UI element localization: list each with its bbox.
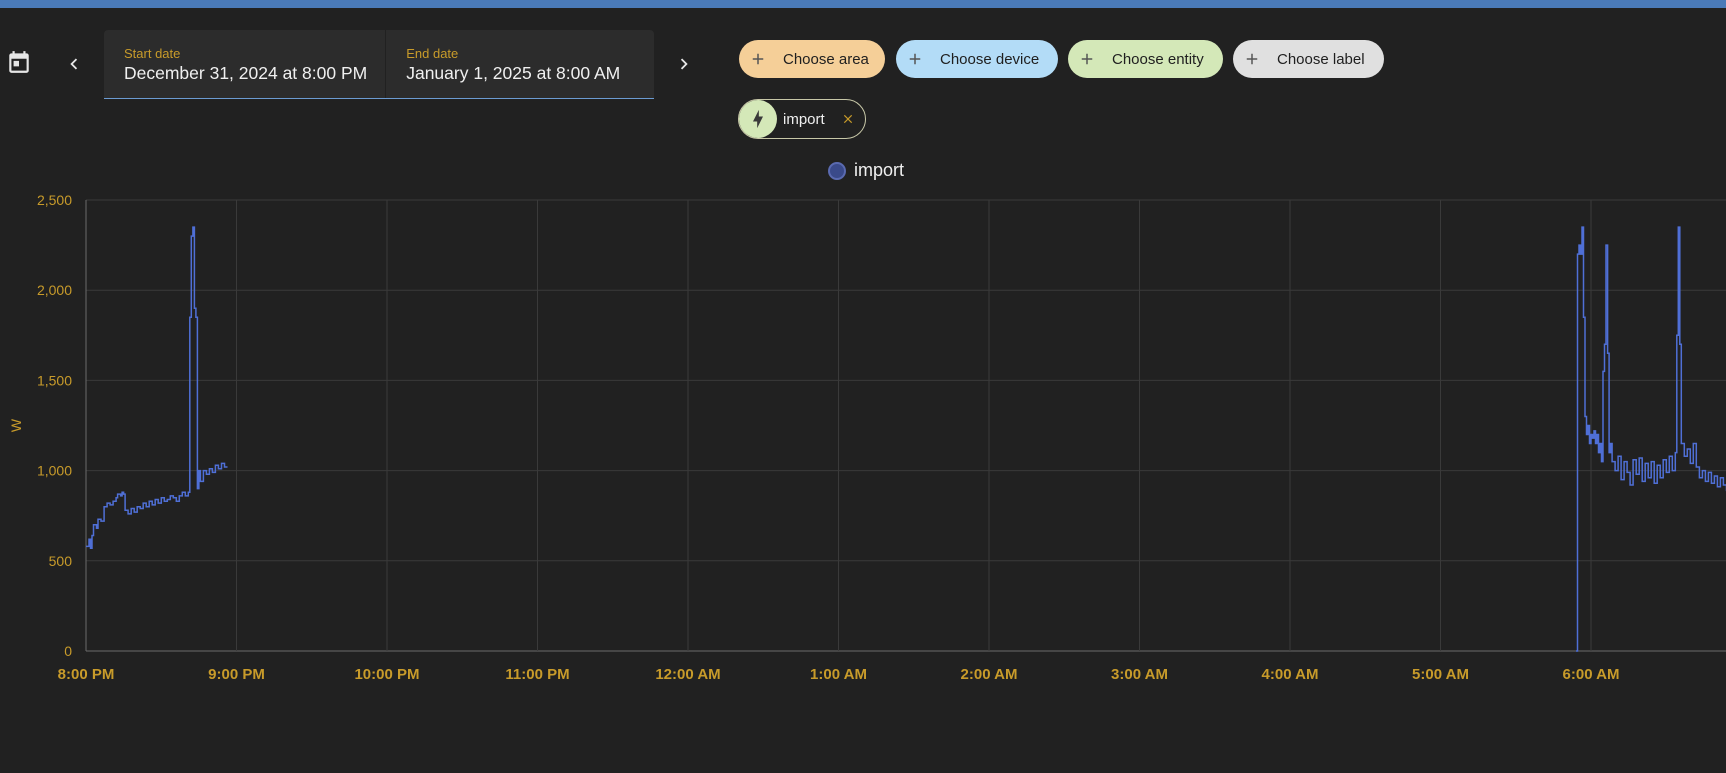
selected-entity-chip[interactable]: import — [738, 99, 866, 139]
x-tick-label: 8:00 PM — [58, 666, 115, 683]
x-tick-label: 2:00 AM — [961, 666, 1018, 683]
start-date-label: Start date — [124, 46, 181, 61]
chevron-right-icon — [680, 58, 688, 70]
x-tick-label: 1:00 AM — [810, 666, 867, 683]
date-range-picker[interactable]: Start date December 31, 2024 at 8:00 PM … — [104, 30, 654, 99]
y-tick-label: 500 — [49, 553, 73, 569]
choose-entity-label: Choose entity — [1112, 50, 1204, 68]
legend-dot — [828, 161, 846, 180]
y-tick-label: 2,000 — [37, 282, 72, 298]
plus-icon — [1081, 53, 1093, 65]
calendar-icon[interactable] — [6, 48, 32, 76]
x-tick-label: 3:00 AM — [1111, 666, 1168, 683]
choose-area-label: Choose area — [783, 50, 869, 68]
plus-icon — [909, 53, 921, 65]
x-tick-label: 6:00 AM — [1563, 666, 1620, 683]
plus-icon — [1246, 53, 1258, 65]
end-date-field[interactable]: End date January 1, 2025 at 8:00 AM — [386, 30, 654, 98]
choose-area-chip[interactable]: Choose area — [739, 40, 885, 78]
choose-label-chip[interactable]: Choose label — [1233, 40, 1384, 78]
history-chart[interactable]: 0 500 1,000 1,500 2,000 2,500 8:00 PM 9:00 PM 1… — [0, 180, 1726, 700]
top-accent-bar — [0, 0, 1726, 8]
x-axis-ticks: 8:00 PM 9:00 PM 10:00 PM 11:00 PM 12:00 AM 1:… — [58, 666, 1620, 683]
x-tick-label: 9:00 PM — [208, 666, 265, 683]
start-date-field[interactable]: Start date December 31, 2024 at 8:00 PM — [104, 30, 387, 98]
end-date-label: End date — [406, 46, 459, 61]
series-line-import[interactable] — [86, 226, 228, 549]
entity-icon-wrap — [739, 100, 777, 138]
choose-device-label: Choose device — [940, 50, 1040, 68]
start-date-value: December 31, 2024 at 8:00 PM — [124, 63, 368, 83]
chart-grid — [85, 199, 1726, 652]
selected-entity-label: import — [783, 110, 825, 128]
legend-label: import — [854, 160, 905, 180]
lightning-bolt-icon — [753, 109, 763, 129]
choose-device-chip[interactable]: Choose device — [896, 40, 1058, 78]
y-tick-label: 1,000 — [37, 463, 72, 479]
previous-range-button[interactable] — [56, 44, 92, 84]
choose-entity-chip[interactable]: Choose entity — [1068, 40, 1223, 78]
chart-legend[interactable]: import — [828, 160, 904, 181]
x-tick-label: 4:00 AM — [1262, 666, 1319, 683]
close-icon[interactable] — [841, 112, 855, 126]
choose-label-label: Choose label — [1277, 50, 1365, 68]
chevron-left-icon — [70, 58, 78, 70]
x-tick-label: 12:00 AM — [655, 666, 720, 683]
end-date-value: January 1, 2025 at 8:00 AM — [406, 63, 621, 83]
plus-icon — [752, 53, 764, 65]
next-range-button[interactable] — [666, 44, 702, 84]
x-tick-label: 5:00 AM — [1412, 666, 1469, 683]
y-tick-label: 1,500 — [37, 372, 72, 388]
y-tick-label: 0 — [64, 643, 72, 659]
y-tick-label: 2,500 — [37, 192, 72, 208]
y-axis-ticks: 0 500 1,000 1,500 2,000 2,500 — [37, 192, 72, 659]
x-tick-label: 11:00 PM — [505, 666, 569, 683]
y-axis-label: W — [8, 418, 24, 432]
x-tick-label: 10:00 PM — [354, 666, 419, 683]
